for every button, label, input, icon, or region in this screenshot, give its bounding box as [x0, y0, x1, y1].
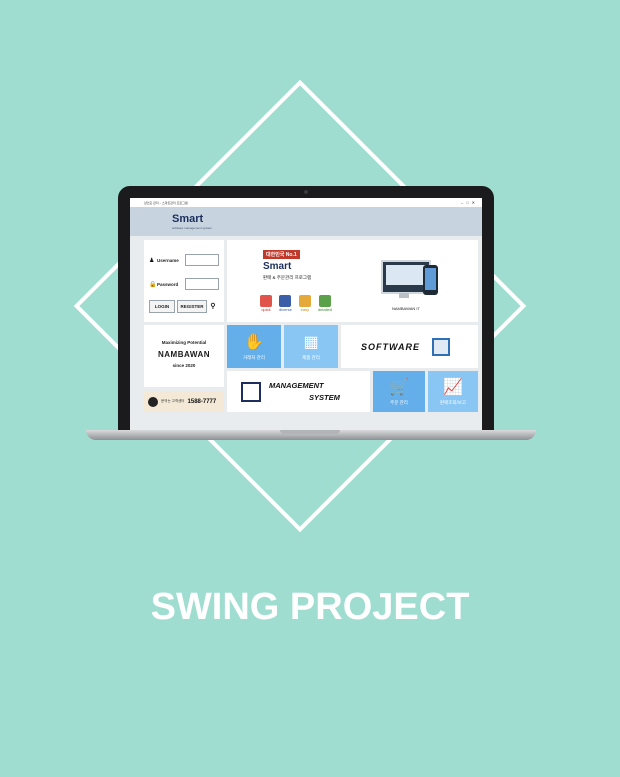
feature-easy: easy	[298, 295, 311, 312]
brand-since: since 2020	[172, 363, 196, 368]
promo-tagline: 판매 & 주문관리 프로그램	[263, 275, 312, 280]
customer-tile-label: 거래처 관리	[243, 355, 265, 360]
contact-box: 문의는 고객센터 1588-7777	[144, 391, 224, 412]
password-row: 🔒 Password	[149, 278, 219, 290]
truck-icon	[260, 295, 272, 307]
brand-card: Maximizing Potential NAMBAWAN since 2020	[144, 325, 224, 387]
page-heading: SWING PROJECT	[150, 586, 470, 628]
login-button[interactable]: LOGIN	[149, 300, 175, 313]
promo-badge: 대한민국 No.1	[263, 250, 300, 259]
product-management-tile[interactable]: ▦ 제품 관리	[284, 325, 338, 368]
username-label: Username	[157, 257, 179, 263]
feature-diverse: diverse	[279, 295, 292, 312]
login-panel: ♟ Username 🔒 Password LOGIN REGISTER ⚲	[144, 240, 224, 322]
window-title: 샵인모 관리 – 스마트관리 프로그램	[144, 201, 188, 205]
management-banner: MANAGEMENT SYSTEM	[227, 371, 370, 412]
app-logo: Smart	[172, 213, 204, 225]
feature-quick: quick	[260, 295, 272, 312]
management-text: MANAGEMENT	[269, 381, 324, 390]
brand-slogan: Maximizing Potential	[161, 340, 207, 345]
app-window: 샵인모 관리 – 스마트관리 프로그램 –□✕ Smart software m…	[130, 198, 482, 430]
contact-label: 문의는 고객센터	[161, 399, 185, 403]
monitor-stand	[399, 293, 409, 298]
promo-brand: Smart	[263, 261, 292, 272]
username-row: ♟ Username	[149, 254, 219, 266]
feature-detailed: detailed	[318, 295, 332, 312]
window-controls[interactable]: –□✕	[461, 200, 478, 205]
promo-panel: 대한민국 No.1 Smart 판매 & 주문관리 프로그램 quick div…	[227, 240, 478, 322]
laptop: 샵인모 관리 – 스마트관리 프로그램 –□✕ Smart software m…	[118, 186, 494, 433]
lock-icon: 🔒	[149, 281, 157, 288]
app-header: Smart software management system	[130, 207, 482, 236]
document-icon	[318, 295, 331, 307]
camera	[304, 190, 308, 194]
user-icon: ♟	[149, 257, 155, 264]
order-management-tile[interactable]: 🛒 주문 관리	[373, 371, 425, 412]
monitor-chart-icon	[241, 382, 261, 402]
contact-phone: 1588-7777	[187, 398, 217, 405]
magnifier-icon	[279, 295, 292, 307]
cart-icon: 🛒	[389, 379, 409, 396]
promo-features: quick diverse easy detailed	[260, 295, 332, 312]
sales-report-tile[interactable]: 📈 판매조회/보고	[428, 371, 478, 412]
handshake-icon: ✋	[244, 334, 264, 351]
order-tile-label: 주문 관리	[390, 400, 408, 405]
system-text: SYSTEM	[309, 393, 340, 402]
laptop-notch	[280, 430, 340, 434]
phone-illustration	[423, 265, 438, 295]
search-icon[interactable]: ⚲	[208, 300, 218, 311]
software-banner: SOFTWARE	[341, 325, 478, 368]
software-text: SOFTWARE	[361, 341, 420, 352]
register-button[interactable]: REGISTER	[177, 300, 207, 313]
box-icon: ▦	[303, 334, 319, 351]
headset-icon	[148, 396, 158, 407]
customer-management-tile[interactable]: ✋ 거래처 관리	[227, 325, 281, 368]
chip-icon	[432, 337, 450, 356]
product-tile-label: 제품 관리	[302, 355, 320, 360]
app-logo-subtitle: software management system	[172, 226, 213, 230]
device-label: NAMBAWAN IT	[392, 306, 420, 311]
growth-chart-icon: 📈	[443, 379, 463, 396]
password-label: Password	[157, 281, 179, 287]
stats-tile-label: 판매조회/보고	[439, 400, 467, 405]
brand-name: NAMBAWAN	[158, 350, 210, 359]
username-input[interactable]	[185, 254, 219, 266]
password-input[interactable]	[185, 278, 219, 290]
ribbon-icon	[298, 295, 311, 307]
